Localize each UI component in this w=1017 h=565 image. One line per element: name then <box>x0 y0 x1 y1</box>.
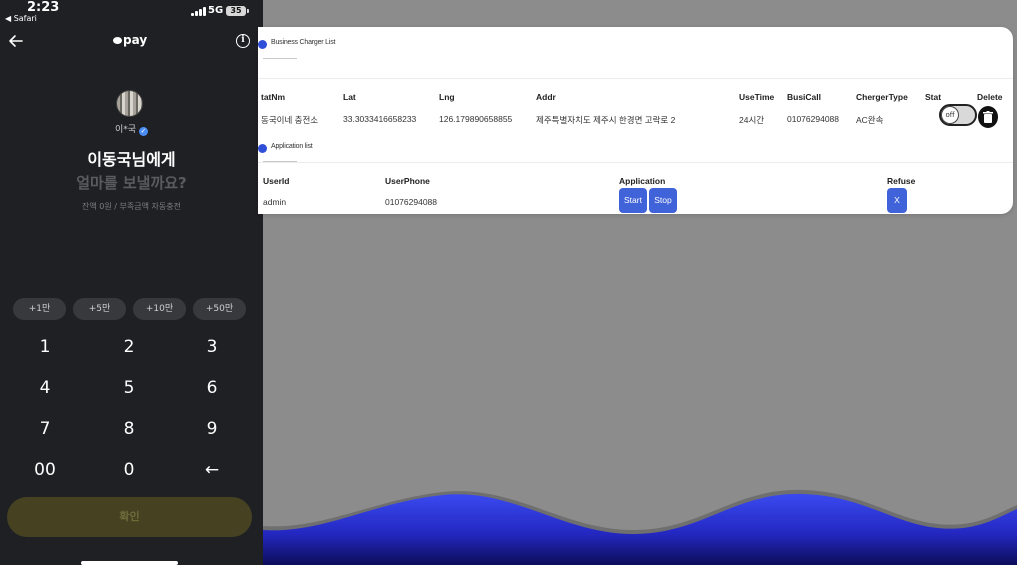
charger-lat-cell: 33.3033416658233 <box>343 114 417 124</box>
kakaopay-phone-screen: 2:23 ◀ Safari 5G 35 pay i 이*국 ✓ 이동국님에게 얼… <box>0 0 263 565</box>
col-header-usetime: UseTime <box>739 92 775 102</box>
section-bullet-icon <box>258 144 267 153</box>
col-header-refuse: Refuse <box>887 176 916 186</box>
keypad-key-1[interactable]: 1 <box>15 332 75 362</box>
quick-amount-50k-button[interactable]: +5만 <box>73 298 126 320</box>
col-header-addr: Addr <box>536 92 556 102</box>
recipient-avatar <box>116 90 143 117</box>
col-header-userphone: UserPhone <box>385 176 430 186</box>
recipient-masked-name: 이*국 <box>115 125 137 135</box>
talk-bubble-icon <box>113 37 122 44</box>
charger-busicall-cell: 01076294088 <box>787 114 840 124</box>
network-type: 5G <box>208 5 224 16</box>
application-section-title: Application list <box>271 143 313 150</box>
keypad-key-6[interactable]: 6 <box>182 373 242 403</box>
home-indicator <box>81 561 178 565</box>
keypad-key-8[interactable]: 8 <box>99 414 159 444</box>
col-header-statnm: tatNm <box>261 92 286 102</box>
section-divider <box>258 78 1013 79</box>
section-divider <box>258 162 1013 163</box>
recipient-heading: 이동국님에게 <box>87 150 176 169</box>
pay-logo-text: pay <box>123 33 148 47</box>
amount-prompt: 얼마를 보낼까요? <box>76 174 187 192</box>
verified-check-icon: ✓ <box>138 127 148 136</box>
col-header-stat: Stat <box>925 92 942 102</box>
wave-decoration <box>263 489 1017 565</box>
keypad-backspace-key[interactable]: ← <box>182 455 242 485</box>
keypad-key-4[interactable]: 4 <box>15 373 75 403</box>
quick-amount-100k-button[interactable]: +10만 <box>133 298 186 320</box>
recipient-name-row: 이*국 ✓ <box>0 122 263 136</box>
balance-info: 잔액 0원 / 부족금액 자동충전 <box>82 202 181 211</box>
pay-logo: pay <box>113 33 147 47</box>
quick-amount-10k-button[interactable]: +1만 <box>13 298 66 320</box>
delete-charger-button[interactable] <box>978 106 998 128</box>
charger-type-cell: AC완속 <box>856 115 884 125</box>
application-userid-cell: admin <box>263 197 287 207</box>
section-bullet-icon <box>258 40 267 49</box>
admin-panel-card: Business Charger List tatNm Lat Lng Addr… <box>258 27 1013 214</box>
keypad-key-7[interactable]: 7 <box>15 414 75 444</box>
section-underline <box>263 58 297 59</box>
confirm-button[interactable]: 확인 <box>7 497 252 537</box>
keypad-key-9[interactable]: 9 <box>182 414 242 444</box>
col-header-busicall: BusiCall <box>787 92 822 102</box>
keypad-key-3[interactable]: 3 <box>182 332 242 362</box>
battery-icon: 35 <box>226 6 249 16</box>
col-header-application: Application <box>619 176 666 186</box>
col-header-chargertype: ChergerType <box>856 92 908 102</box>
back-arrow-icon[interactable] <box>8 33 24 49</box>
signal-icon <box>191 7 206 16</box>
refuse-button[interactable]: X <box>887 188 907 213</box>
keypad-key-0[interactable]: 0 <box>99 455 159 485</box>
keypad-key-5[interactable]: 5 <box>99 373 159 403</box>
back-to-safari-link[interactable]: ◀ Safari <box>5 14 37 23</box>
col-header-delete: Delete <box>977 92 1003 102</box>
charger-statnm-cell: 동국이네 충전소 <box>261 115 319 125</box>
charger-usetime-cell: 24시간 <box>739 115 765 125</box>
charger-section-title: Business Charger List <box>271 39 336 46</box>
start-button[interactable]: Start <box>619 188 647 213</box>
col-header-userid: UserId <box>263 176 290 186</box>
col-header-lat: Lat <box>343 92 356 102</box>
info-icon[interactable]: i <box>236 34 250 48</box>
status-time: 2:23 <box>27 0 60 15</box>
charger-status-toggle[interactable]: off <box>939 104 977 126</box>
col-header-lng: Lng <box>439 92 455 102</box>
quick-amount-500k-button[interactable]: +50만 <box>193 298 246 320</box>
charger-addr-cell: 제주특별자치도 제주시 한경면 고락로 2 <box>536 115 676 125</box>
charger-lng-cell: 126.179890658855 <box>439 114 513 124</box>
keypad-key-00[interactable]: 00 <box>15 455 75 485</box>
stop-button[interactable]: Stop <box>649 188 677 213</box>
trash-icon <box>983 111 993 123</box>
toggle-knob: off <box>941 106 959 124</box>
application-userphone-cell: 01076294088 <box>385 197 438 207</box>
keypad-key-2[interactable]: 2 <box>99 332 159 362</box>
status-bar: 2:23 ◀ Safari 5G 35 <box>0 0 263 26</box>
